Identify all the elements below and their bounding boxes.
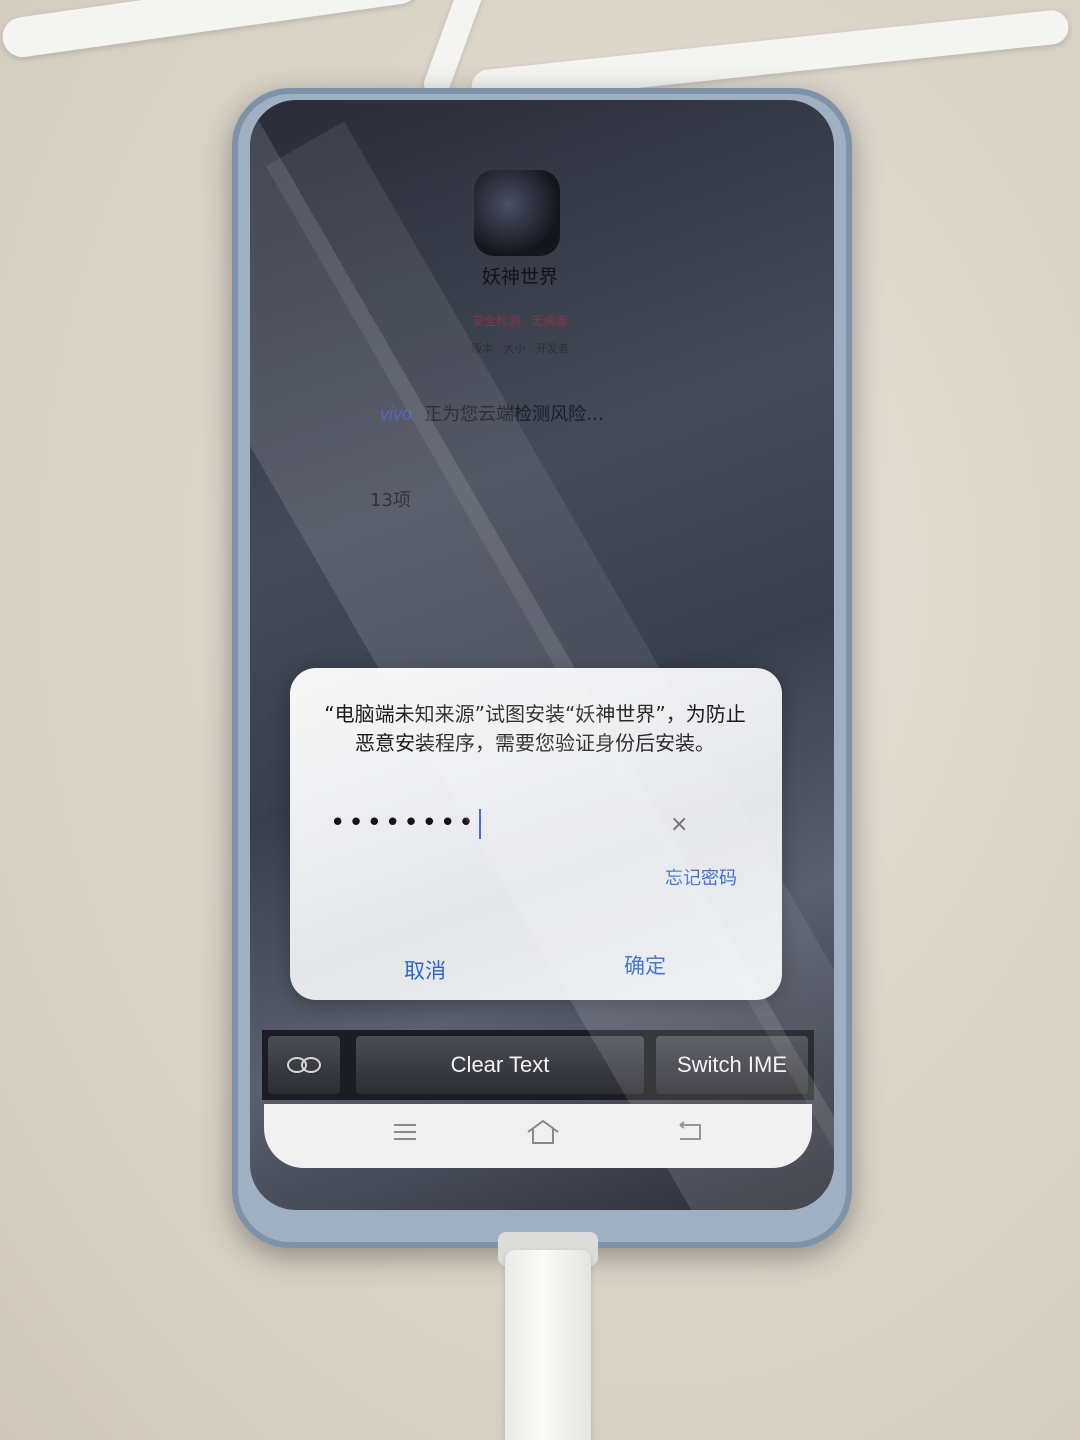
app-icon — [474, 170, 560, 256]
confirm-button[interactable]: 确定 — [600, 950, 690, 980]
usb-cable-top — [0, 0, 422, 60]
password-input[interactable]: •••••••• × — [330, 806, 710, 852]
forgot-password-link[interactable]: 忘记密码 — [665, 864, 737, 890]
scan-count: 13项 — [370, 490, 411, 511]
app-meta: 版本 · 大小 · 开发者 — [471, 342, 569, 355]
back-icon[interactable] — [664, 1112, 714, 1152]
home-icon[interactable] — [518, 1112, 568, 1152]
scan-status-line: vivo 正为您云端检测风险… — [380, 400, 700, 426]
infinity-icon — [287, 1057, 321, 1073]
dialog-message: “电脑端未知来源”试图安装“妖神世界”，为防止恶意安装程序，需要您验证身份后安装… — [324, 702, 746, 755]
app-name: 妖神世界 — [481, 266, 558, 288]
clear-input-icon[interactable]: × — [670, 812, 688, 837]
clear-text-button[interactable]: Clear Text — [356, 1036, 644, 1094]
vivo-logo: vivo — [380, 404, 413, 424]
password-value: •••••••• — [330, 808, 481, 839]
app-tags: 安全检测 · 无病毒 — [472, 314, 568, 328]
cancel-button[interactable]: 取消 — [380, 955, 470, 985]
switch-ime-button[interactable]: Switch IME — [656, 1036, 808, 1094]
text-caret — [478, 808, 481, 839]
scan-status-text: 正为您云端检测风险… — [424, 404, 605, 425]
menu-icon[interactable] — [380, 1112, 430, 1152]
infinity-key[interactable] — [268, 1036, 340, 1094]
usb-cable-bottom — [505, 1250, 591, 1440]
